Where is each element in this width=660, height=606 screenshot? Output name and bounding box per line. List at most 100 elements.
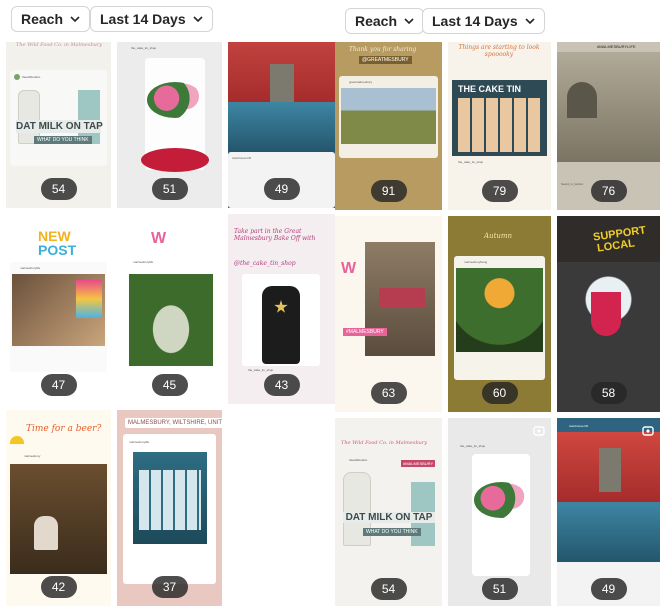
story-tile[interactable]: W #MALMESBURY 63 xyxy=(335,216,442,412)
story-caption: The Wild Food Co. in Malmesbury xyxy=(341,440,428,446)
story-tile[interactable]: The Wild Food Co. in Malmesbury thewildf… xyxy=(335,418,442,606)
story-handle: thewildfoodco xyxy=(349,458,368,462)
story-headline: DAT MILK ON TAP xyxy=(343,512,435,523)
metric-dropdown[interactable]: Reach xyxy=(11,6,91,32)
story-handle: the_cake_tin_shop xyxy=(248,368,274,372)
story-tile[interactable]: Time for a beer? malmesbury 42 xyxy=(6,410,111,606)
cake-board-image xyxy=(141,148,209,172)
bartender-image xyxy=(34,516,58,550)
flowers-image xyxy=(147,82,203,118)
reach-badge: 49 xyxy=(263,178,300,200)
story-tile[interactable]: Take part in the Great Malmesbury Bake O… xyxy=(228,214,335,404)
story-headline: Autumn xyxy=(484,232,513,240)
date-range-dropdown[interactable]: Last 14 Days xyxy=(422,8,545,34)
umbrella-icon xyxy=(10,436,24,444)
chevron-down-icon xyxy=(192,13,204,25)
river-image xyxy=(557,502,660,562)
autumn-river-photo xyxy=(456,268,543,352)
story-tile[interactable]: #MALMESBURYLIFE heard_in_london 76 xyxy=(557,42,660,210)
story-handle: townhouse.hill xyxy=(569,424,589,428)
story-tile[interactable]: townhouse.hill 49 xyxy=(557,418,660,606)
reach-badge: 54 xyxy=(370,578,407,600)
toolbar-right: Reach Last 14 Days xyxy=(335,0,660,42)
story-grid-right: Thank you for sharing @GREATMESBURY grea… xyxy=(335,42,660,606)
story-tile[interactable]: MALMESBURY, WILTSHIRE, UNITED K... malme… xyxy=(117,410,222,606)
reach-badge: 54 xyxy=(40,178,77,200)
w-logo: W xyxy=(341,260,357,277)
hashtag-sticker: #MALMESBURY xyxy=(401,460,436,467)
story-handle: townhouse.hill xyxy=(232,156,252,160)
story-caption: Take part in the Great Malmesbury Bake O… xyxy=(234,228,316,242)
story-tile[interactable]: the_cake_tin_shop 51 xyxy=(117,42,222,208)
reach-badge: 79 xyxy=(481,180,518,202)
story-tile[interactable]: townhouse.hill 49 xyxy=(228,42,335,208)
w-logo: W xyxy=(151,230,167,247)
story-tile[interactable]: The Wild Food Co. in Malmesbury thewildf… xyxy=(6,42,111,208)
story-tile[interactable]: Autumn malmesburyliving 60 xyxy=(448,216,551,412)
story-subheadline: POST xyxy=(38,242,77,258)
story-caption: Thank you for sharing xyxy=(349,46,417,53)
reach-badge: 43 xyxy=(263,374,300,396)
story-tile[interactable]: Things are starting to look spooooky THE… xyxy=(448,42,551,210)
reach-badge: 76 xyxy=(590,180,627,202)
chevron-down-icon xyxy=(403,15,415,27)
repost-card: malmesburylife xyxy=(10,262,107,372)
reach-badge: 60 xyxy=(481,382,518,404)
story-caption: The Wild Food Co. in Malmesbury xyxy=(16,42,103,48)
reach-badge: 51 xyxy=(151,178,188,200)
story-tile[interactable]: the_cake_tin_shop 51 xyxy=(448,418,551,606)
story-mention: @the_cake_tin_shop xyxy=(234,260,296,267)
repost-card: malmesburylife xyxy=(123,434,216,584)
mention-sticker: @GREATMESBURY xyxy=(359,56,412,64)
flower-boxes-image xyxy=(379,288,425,308)
reel-icon xyxy=(642,424,654,436)
reach-badge: 49 xyxy=(590,578,627,600)
story-handle: malmesbury xyxy=(24,454,41,458)
shop-sign: THE CAKE TIN xyxy=(458,84,521,94)
date-range-dropdown[interactable]: Last 14 Days xyxy=(90,6,213,32)
abbey-field-photo xyxy=(341,88,436,144)
reach-badge: 47 xyxy=(40,374,77,396)
story-tile[interactable]: W malmesburylife 45 xyxy=(117,214,222,404)
stories-panel-right: Reach Last 14 Days Thank you for sharing… xyxy=(335,0,660,606)
reach-badge: 91 xyxy=(370,180,407,202)
shop-window-image xyxy=(458,98,541,152)
metric-dropdown[interactable]: Reach xyxy=(345,8,425,34)
shop-window-image xyxy=(139,470,201,530)
river-image xyxy=(228,102,335,152)
toolbar-left: Reach Last 14 Days xyxy=(0,0,337,42)
reach-badge: 51 xyxy=(481,578,518,600)
apron-image xyxy=(262,286,300,364)
metric-dropdown-label: Reach xyxy=(355,13,398,29)
metric-dropdown-label: Reach xyxy=(21,11,64,27)
repost-card: greatmalmesbury xyxy=(339,76,438,158)
repost-card: malmesburyliving xyxy=(454,256,545,380)
story-handle: thewildfoodco xyxy=(22,75,41,79)
story-handle: malmesburyliving xyxy=(464,260,488,264)
story-headline: DAT MILK ON TAP xyxy=(16,120,103,133)
reach-badge: 45 xyxy=(151,374,188,396)
repost-card: thewildfoodco DAT MILK ON TAP WHAT DO YO… xyxy=(10,70,107,166)
chevron-down-icon xyxy=(524,15,536,27)
cocktail-glass-image xyxy=(591,292,621,336)
stories-panel-left: Reach Last 14 Days The Wild Food Co. in … xyxy=(0,0,337,606)
date-range-label: Last 14 Days xyxy=(432,13,518,29)
date-range-label: Last 14 Days xyxy=(100,11,186,27)
hashtag-sticker: #MALMESBURY xyxy=(343,328,387,336)
reach-badge: 58 xyxy=(590,382,627,404)
story-handle: the_cake_tin_shop xyxy=(458,160,484,164)
hashtag-sticker: #MALMESBURYLIFE xyxy=(597,44,636,49)
chevron-down-icon xyxy=(69,13,81,25)
story-tile[interactable]: Thank you for sharing @GREATMESBURY grea… xyxy=(335,42,442,210)
garden-arch-image xyxy=(129,274,213,366)
story-subheadline: WHAT DO YOU THINK xyxy=(363,528,421,536)
story-handle: the_cake_tin_shop xyxy=(131,46,157,50)
story-tile[interactable]: NEW POST malmesburylife 47 xyxy=(6,214,111,404)
abbey-arch-image xyxy=(567,82,597,118)
reach-badge: 63 xyxy=(370,382,407,404)
bar-photo xyxy=(10,464,107,574)
story-tile[interactable]: SUPPORT LOCAL 58 xyxy=(557,216,660,412)
avatar xyxy=(14,74,20,80)
story-caption: Things are starting to look spooooky xyxy=(458,44,540,58)
reach-badge: 42 xyxy=(40,576,77,598)
